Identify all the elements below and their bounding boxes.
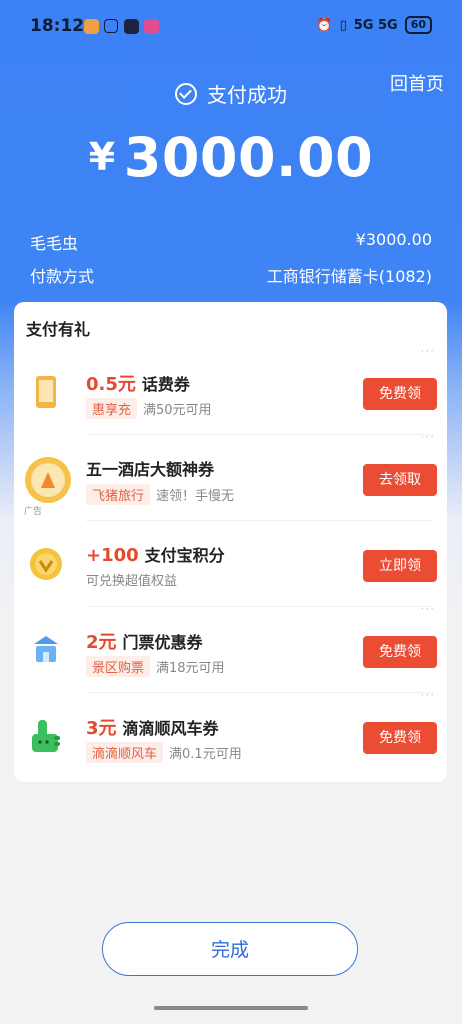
gift-title: 2元 门票优惠券 <box>86 632 203 653</box>
gift-subtitle: 飞猪旅行 速领！手慢无 <box>86 484 234 505</box>
translate-icon <box>104 19 118 33</box>
gift-card-title: 支付有礼 <box>26 320 91 339</box>
signal-icon: 5G 5G <box>353 17 398 33</box>
mail-app-icon <box>144 19 159 34</box>
gift-item[interactable]: ··· 2元 门票优惠券 景区购票 满18元可用 免费领 <box>14 602 447 692</box>
gift-tag: 滴滴顺风车 <box>86 742 164 763</box>
currency-symbol: ¥ <box>88 135 116 179</box>
gift-item[interactable]: ··· 广告 五一酒店大额神券 飞猪旅行 速领！手慢无 去领取 <box>14 430 447 520</box>
status-time: 18:12 <box>30 16 85 36</box>
claim-button[interactable]: 立即领 <box>363 550 437 582</box>
app-notification-icon <box>84 19 99 34</box>
more-icon[interactable]: ··· <box>421 430 435 444</box>
battery-icon: 60 <box>404 16 432 34</box>
ticket-icon <box>24 628 68 672</box>
divider <box>86 520 433 521</box>
divider <box>86 434 433 435</box>
payment-method-value: 工商银行储蓄卡(1082) <box>266 267 432 286</box>
amount-value: 3000.00 <box>123 126 374 189</box>
done-button[interactable]: 完成 <box>102 922 358 976</box>
payment-method-label: 付款方式 <box>30 267 95 286</box>
gift-item[interactable]: +100 支付宝积分 可兑换超值权益 立即领 <box>14 520 447 606</box>
payee-row: 毛毛虫 ¥3000.00 <box>30 230 432 254</box>
ad-label: 广告 <box>24 507 43 517</box>
phone-icon <box>24 370 68 414</box>
gift-tag: 飞猪旅行 <box>86 484 151 505</box>
success-label: 支付成功 <box>207 83 287 107</box>
payee-label: 毛毛虫 <box>30 234 79 253</box>
more-icon[interactable]: ··· <box>421 688 435 702</box>
gift-tag: 景区购票 <box>86 656 151 677</box>
gift-subtitle: 惠享充 满50元可用 <box>86 398 212 419</box>
gift-item[interactable]: ··· 0.5元 话费券 惠享充 满50元可用 免费领 <box>14 344 447 434</box>
gift-item[interactable]: ··· 3元 滴滴顺风车券 滴滴顺风车 满0.1元可用 免费领 <box>14 688 447 778</box>
gift-subtitle: 景区购票 满18元可用 <box>86 656 225 677</box>
thumbs-up-icon <box>24 714 68 758</box>
gift-title: 五一酒店大额神券 <box>86 460 215 479</box>
vibrate-icon: ▯ <box>339 17 347 33</box>
status-bar: 18:12 ⏰ ▯ 5G 5G 60 <box>0 0 462 56</box>
status-right: ⏰ ▯ 5G 5G 60 <box>316 16 432 34</box>
payment-amount: ¥3000.00 <box>0 126 462 189</box>
more-icon[interactable]: ··· <box>421 602 435 616</box>
divider <box>86 606 433 607</box>
alarm-icon: ⏰ <box>316 17 333 33</box>
hotel-coupon-icon <box>24 456 71 503</box>
gift-subtitle: 可兑换超值权益 <box>86 574 178 589</box>
check-circle-icon <box>175 83 197 105</box>
claim-button[interactable]: 免费领 <box>363 722 437 754</box>
claim-button[interactable]: 免费领 <box>363 636 437 668</box>
success-title: 支付成功 <box>0 79 462 108</box>
gift-subtitle: 滴滴顺风车 满0.1元可用 <box>86 742 242 763</box>
gift-title: +100 支付宝积分 <box>86 545 225 566</box>
payment-method-row: 付款方式 工商银行储蓄卡(1082) <box>30 263 432 287</box>
shield-app-icon <box>124 19 139 34</box>
gift-title: 0.5元 话费券 <box>86 374 190 395</box>
more-icon[interactable]: ··· <box>421 344 435 358</box>
gift-card: 支付有礼 ··· 0.5元 话费券 惠享充 满50元可用 免费领 ··· 广告 五一… <box>14 302 447 782</box>
gift-title: 3元 滴滴顺风车券 <box>86 718 219 739</box>
claim-button[interactable]: 免费领 <box>363 378 437 410</box>
home-indicator[interactable] <box>154 1006 308 1010</box>
points-icon <box>24 542 68 586</box>
payee-amount: ¥3000.00 <box>355 230 432 249</box>
gift-tag: 惠享充 <box>86 398 138 419</box>
divider <box>86 692 433 693</box>
claim-button[interactable]: 去领取 <box>363 464 437 496</box>
